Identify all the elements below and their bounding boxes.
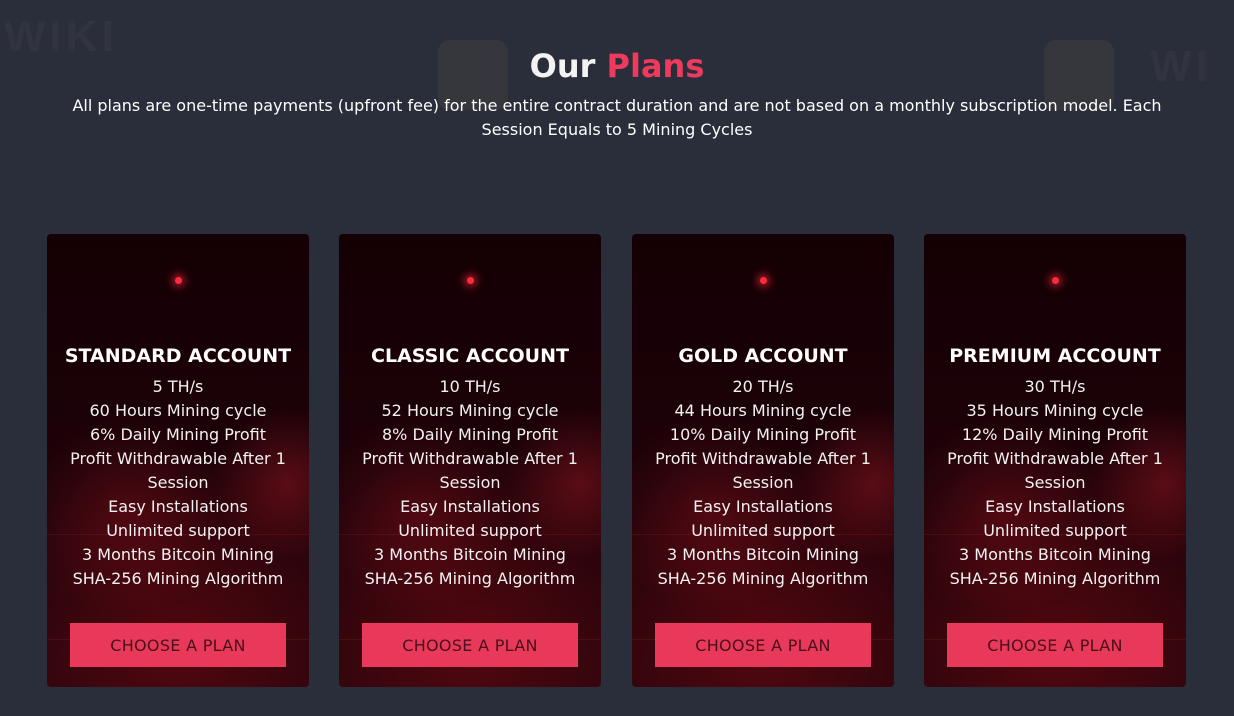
plan-feature: 10 TH/s xyxy=(439,377,501,396)
choose-plan-button[interactable]: CHOOSE A PLAN xyxy=(655,623,871,667)
plan-feature: SHA-256 Mining Algorithm xyxy=(72,569,284,588)
plan-feature: 60 Hours Mining cycle xyxy=(89,401,267,420)
title-main: Our xyxy=(529,47,596,85)
plan-feature: Easy Installations xyxy=(108,497,248,516)
plan-feature: 3 Months Bitcoin Mining xyxy=(959,545,1151,564)
red-dot-icon xyxy=(467,277,474,284)
plan-feature: 3 Months Bitcoin Mining xyxy=(667,545,859,564)
plan-feature: SHA-256 Mining Algorithm xyxy=(949,569,1161,588)
plan-feature: Profit Withdrawable After 1 xyxy=(362,449,578,468)
red-dot-icon xyxy=(760,277,767,284)
red-dot-icon xyxy=(175,277,182,284)
plan-feature: Unlimited support xyxy=(691,521,835,540)
plan-feature: Easy Installations xyxy=(985,497,1125,516)
section-title: Our Plans xyxy=(0,44,1234,88)
choose-plan-button[interactable]: CHOOSE A PLAN xyxy=(362,623,578,667)
plan-features: 5 TH/s 60 Hours Mining cycle 6% Daily Mi… xyxy=(63,375,293,591)
plan-feature: 30 TH/s xyxy=(1024,377,1086,396)
plan-feature: Easy Installations xyxy=(693,497,833,516)
plans-section: WIKI WI Our Plans All plans are one-time… xyxy=(0,0,1234,716)
plan-card-premium: PREMIUM ACCOUNT 30 TH/s 35 Hours Mining … xyxy=(924,234,1186,687)
plan-features: 10 TH/s 52 Hours Mining cycle 8% Daily M… xyxy=(355,375,585,591)
plan-feature: 44 Hours Mining cycle xyxy=(674,401,852,420)
section-header: Our Plans All plans are one-time payment… xyxy=(0,44,1234,142)
plan-feature: 8% Daily Mining Profit xyxy=(382,425,558,444)
plan-feature: Profit Withdrawable After 1 xyxy=(655,449,871,468)
plan-card-standard: STANDARD ACCOUNT 5 TH/s 60 Hours Mining … xyxy=(47,234,309,687)
plan-feature: Unlimited support xyxy=(106,521,250,540)
plan-feature: 3 Months Bitcoin Mining xyxy=(374,545,566,564)
section-subtitle: All plans are one-time payments (upfront… xyxy=(72,96,1162,139)
plan-name: PREMIUM ACCOUNT xyxy=(949,345,1161,367)
plan-feature: Easy Installations xyxy=(400,497,540,516)
plan-feature: 20 TH/s xyxy=(732,377,794,396)
plan-feature: 5 TH/s xyxy=(152,377,204,396)
plan-feature: Profit Withdrawable After 1 xyxy=(70,449,286,468)
plans-grid: STANDARD ACCOUNT 5 TH/s 60 Hours Mining … xyxy=(47,234,1187,687)
plan-feature: 35 Hours Mining cycle xyxy=(966,401,1144,420)
plan-name: STANDARD ACCOUNT xyxy=(64,345,292,367)
choose-plan-button[interactable]: CHOOSE A PLAN xyxy=(947,623,1163,667)
plan-name: CLASSIC ACCOUNT xyxy=(371,345,569,367)
plan-features: 30 TH/s 35 Hours Mining cycle 12% Daily … xyxy=(940,375,1170,591)
plan-feature: Unlimited support xyxy=(983,521,1127,540)
plan-feature: Session xyxy=(147,473,209,492)
red-dot-icon xyxy=(1052,277,1059,284)
plan-feature: 52 Hours Mining cycle xyxy=(381,401,559,420)
plan-feature: SHA-256 Mining Algorithm xyxy=(657,569,869,588)
plan-feature: SHA-256 Mining Algorithm xyxy=(364,569,576,588)
plan-card-classic: CLASSIC ACCOUNT 10 TH/s 52 Hours Mining … xyxy=(339,234,601,687)
plan-feature: Session xyxy=(732,473,794,492)
plan-features: 20 TH/s 44 Hours Mining cycle 10% Daily … xyxy=(648,375,878,591)
plan-feature: Session xyxy=(439,473,501,492)
plan-name: GOLD ACCOUNT xyxy=(678,345,848,367)
plan-feature: Session xyxy=(1024,473,1086,492)
choose-plan-button[interactable]: CHOOSE A PLAN xyxy=(70,623,286,667)
plan-feature: 12% Daily Mining Profit xyxy=(961,425,1149,444)
title-accent: Plans xyxy=(606,47,705,85)
plan-card-gold: GOLD ACCOUNT 20 TH/s 44 Hours Mining cyc… xyxy=(632,234,894,687)
plan-feature: Profit Withdrawable After 1 xyxy=(947,449,1163,468)
plan-feature: 10% Daily Mining Profit xyxy=(669,425,857,444)
plan-feature: 3 Months Bitcoin Mining xyxy=(82,545,274,564)
plan-feature: 6% Daily Mining Profit xyxy=(90,425,266,444)
plan-feature: Unlimited support xyxy=(398,521,542,540)
